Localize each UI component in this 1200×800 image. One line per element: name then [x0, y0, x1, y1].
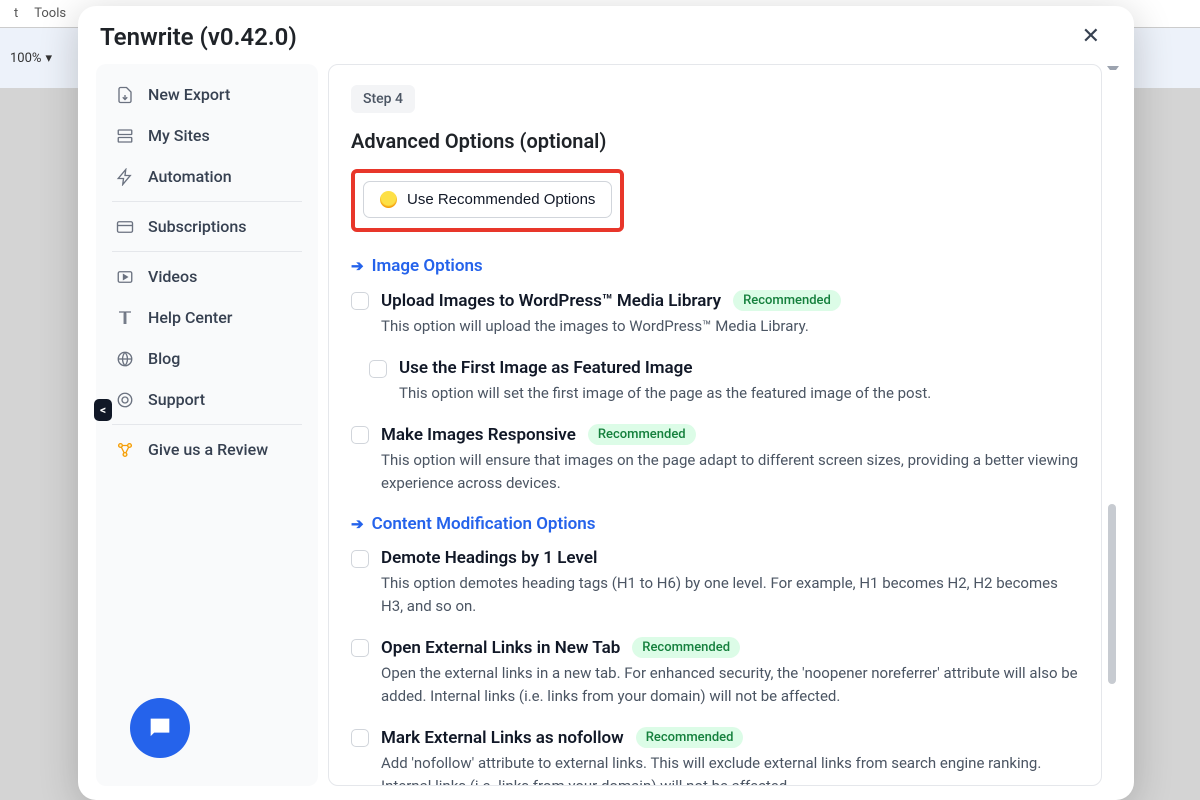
sidebar-item-label: Blog: [148, 349, 180, 368]
option-title: Use the First Image as Featured Image: [399, 358, 693, 378]
checkbox[interactable]: [351, 550, 369, 568]
book-icon: [116, 309, 134, 327]
option-responsive-images: Make Images Responsive Recommended This …: [351, 424, 1079, 494]
subsection-title: Content Modification Options: [372, 514, 596, 534]
subsection-image-options[interactable]: ➔ Image Options: [351, 256, 1079, 276]
collapse-sidebar-button[interactable]: <: [94, 399, 112, 421]
option-external-links-newtab: Open External Links in New Tab Recommend…: [351, 637, 1079, 707]
option-nofollow-links: Mark External Links as nofollow Recommen…: [351, 727, 1079, 786]
sidebar-item-label: Help Center: [148, 308, 232, 327]
option-title: Open External Links in New Tab: [381, 638, 620, 658]
bolt-icon: [116, 168, 134, 186]
option-upload-images: Upload Images to WordPress™ Media Librar…: [351, 290, 1079, 338]
sidebar-item-videos[interactable]: Videos: [104, 256, 310, 297]
option-description: This option demotes heading tags (H1 to …: [381, 572, 1079, 617]
arrow-right-icon: ➔: [351, 257, 364, 275]
sidebar-item-new-export[interactable]: New Export: [104, 74, 310, 115]
sidebar-item-blog[interactable]: Blog: [104, 338, 310, 379]
sidebar-item-label: Automation: [148, 167, 232, 186]
divider: [112, 424, 302, 425]
sidebar: New Export My Sites Automation Subsc: [96, 64, 318, 786]
sidebar-item-label: New Export: [148, 85, 230, 104]
card-icon: [116, 218, 134, 236]
play-icon: [116, 268, 134, 286]
option-title: Demote Headings by 1 Level: [381, 548, 597, 568]
lightbulb-icon: [380, 191, 397, 208]
checkbox[interactable]: [369, 360, 387, 378]
content-panel: Step 4 Advanced Options (optional) Use R…: [328, 64, 1102, 786]
recommended-badge: Recommended: [733, 290, 841, 311]
chat-icon: [146, 714, 174, 742]
checkbox[interactable]: [351, 639, 369, 657]
highlight-annotation: Use Recommended Options: [351, 169, 624, 232]
checkbox[interactable]: [351, 426, 369, 444]
option-description: This option will ensure that images on t…: [381, 449, 1079, 494]
option-demote-headings: Demote Headings by 1 Level This option d…: [351, 548, 1079, 617]
sidebar-item-label: My Sites: [148, 126, 210, 145]
sidebar-item-label: Subscriptions: [148, 217, 247, 236]
server-icon: [116, 127, 134, 145]
modal-dialog: Tenwrite (v0.42.0) ✕ New Export My Sites: [78, 6, 1134, 800]
sidebar-item-help-center[interactable]: Help Center: [104, 297, 310, 338]
checkbox[interactable]: [351, 729, 369, 747]
chat-button[interactable]: [130, 698, 190, 758]
step-badge: Step 4: [351, 85, 415, 113]
recommended-badge: Recommended: [636, 727, 744, 748]
star-icon: [116, 441, 134, 459]
sidebar-item-label: Support: [148, 390, 205, 409]
option-description: This option will set the first image of …: [399, 382, 1079, 405]
use-recommended-button[interactable]: Use Recommended Options: [363, 181, 612, 218]
divider: [112, 201, 302, 202]
option-description: Open the external links in a new tab. Fo…: [381, 662, 1079, 707]
close-button[interactable]: ✕: [1074, 22, 1108, 52]
option-title: Mark External Links as nofollow: [381, 728, 624, 748]
option-title: Make Images Responsive: [381, 425, 576, 445]
export-icon: [116, 86, 134, 104]
option-title: Upload Images to WordPress™ Media Librar…: [381, 291, 721, 311]
sidebar-item-review[interactable]: Give us a Review: [104, 429, 310, 470]
recommended-badge: Recommended: [632, 637, 740, 658]
modal-title: Tenwrite (v0.42.0): [100, 23, 297, 51]
option-description: This option will upload the images to Wo…: [381, 315, 1079, 338]
lifebuoy-icon: [116, 391, 134, 409]
globe-icon: [116, 350, 134, 368]
sidebar-item-support[interactable]: Support: [104, 379, 310, 420]
sidebar-item-automation[interactable]: Automation: [104, 156, 310, 197]
sidebar-item-my-sites[interactable]: My Sites: [104, 115, 310, 156]
sidebar-item-label: Give us a Review: [148, 440, 268, 459]
recommended-badge: Recommended: [588, 424, 696, 445]
divider: [112, 251, 302, 252]
arrow-right-icon: ➔: [351, 515, 364, 533]
scrollbar-thumb[interactable]: [1108, 504, 1116, 684]
checkbox[interactable]: [351, 292, 369, 310]
subsection-content-options[interactable]: ➔ Content Modification Options: [351, 514, 1079, 534]
option-featured-image: Use the First Image as Featured Image Th…: [369, 358, 1079, 405]
sidebar-item-subscriptions[interactable]: Subscriptions: [104, 206, 310, 247]
button-label: Use Recommended Options: [407, 191, 595, 208]
subsection-title: Image Options: [372, 256, 483, 276]
sidebar-item-label: Videos: [148, 267, 197, 286]
scrollbar[interactable]: [1106, 64, 1120, 786]
option-description: Add 'nofollow' attribute to external lin…: [381, 752, 1079, 786]
section-heading: Advanced Options (optional): [351, 129, 1079, 153]
